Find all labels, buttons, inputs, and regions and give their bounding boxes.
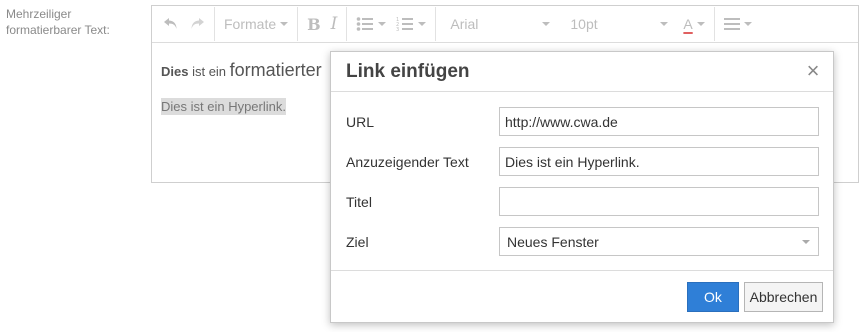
title-input[interactable] bbox=[499, 187, 819, 216]
dialog-footer: Ok Abbrechen bbox=[331, 270, 833, 322]
italic-button[interactable]: I bbox=[326, 9, 343, 39]
bullet-list-button[interactable] bbox=[351, 9, 391, 39]
chevron-down-icon bbox=[743, 22, 752, 26]
redo-button[interactable] bbox=[184, 9, 210, 39]
insert-link-dialog: Link einfügen × URL http://www.cwa.de An… bbox=[330, 51, 834, 323]
italic-label: I bbox=[330, 14, 338, 34]
dialog-title: Link einfügen bbox=[346, 61, 470, 82]
editor-toolbar: Formate B I 1 2 3 Arial 10pt A bbox=[152, 6, 858, 43]
display-text-label: Anzuzeigender Text bbox=[346, 154, 469, 170]
url-input[interactable]: http://www.cwa.de bbox=[499, 107, 819, 136]
text-color-button[interactable]: A bbox=[678, 9, 709, 39]
chevron-down-icon bbox=[378, 22, 387, 26]
dialog-header: Link einfügen × bbox=[331, 52, 833, 92]
align-button[interactable] bbox=[719, 9, 757, 39]
large-text: formatierter bbox=[229, 60, 322, 80]
display-text-input[interactable]: Dies ist ein Hyperlink. bbox=[499, 147, 819, 176]
target-select[interactable]: Neues Fenster bbox=[499, 227, 819, 256]
undo-button[interactable] bbox=[158, 9, 184, 39]
display-text-row: Anzuzeigender Text Dies ist ein Hyperlin… bbox=[346, 147, 820, 177]
chevron-down-icon bbox=[418, 22, 427, 26]
bold-button[interactable]: B bbox=[302, 9, 326, 39]
undo-icon bbox=[164, 18, 177, 29]
target-label: Ziel bbox=[346, 234, 369, 250]
plain-text: ist ein bbox=[188, 64, 230, 79]
formats-label: Formate bbox=[224, 16, 277, 32]
font-size-value: 10pt bbox=[570, 16, 598, 32]
target-row: Ziel Neues Fenster bbox=[346, 227, 820, 257]
title-label: Titel bbox=[346, 194, 372, 210]
font-family-value: Arial bbox=[450, 16, 479, 32]
toolbar-divider bbox=[713, 7, 715, 41]
chevron-down-icon bbox=[542, 22, 551, 26]
bold-label: B bbox=[307, 14, 321, 34]
chevron-down-icon bbox=[696, 22, 705, 26]
ok-button[interactable]: Ok bbox=[687, 282, 739, 312]
align-icon bbox=[723, 18, 740, 30]
url-label: URL bbox=[346, 114, 375, 130]
close-button[interactable]: × bbox=[803, 60, 823, 82]
field-label: Mehrzeiliger formatierbarer Text: bbox=[6, 7, 110, 37]
toolbar-divider bbox=[297, 7, 299, 41]
target-value: Neues Fenster bbox=[507, 234, 599, 250]
bullet-list-icon bbox=[357, 17, 374, 31]
font-family-select[interactable]: Arial bbox=[440, 9, 560, 39]
chevron-down-icon bbox=[660, 22, 669, 26]
redo-icon bbox=[191, 18, 204, 29]
svg-text:3: 3 bbox=[396, 27, 399, 32]
selected-hyperlink-text[interactable]: Dies ist ein Hyperlink. bbox=[161, 98, 286, 115]
cancel-button[interactable]: Abbrechen bbox=[744, 282, 823, 312]
toolbar-divider bbox=[435, 7, 437, 41]
numbered-list-icon: 1 2 3 bbox=[396, 17, 414, 32]
chevron-down-icon bbox=[802, 240, 810, 244]
title-row: Titel bbox=[346, 187, 820, 217]
url-row: URL http://www.cwa.de bbox=[346, 107, 820, 137]
formats-dropdown[interactable]: Formate bbox=[219, 9, 293, 39]
toolbar-divider bbox=[214, 7, 215, 41]
text-color-label: A bbox=[683, 16, 693, 32]
chevron-down-icon bbox=[280, 22, 289, 26]
font-size-select[interactable]: 10pt bbox=[560, 9, 678, 39]
toolbar-divider bbox=[346, 7, 348, 41]
numbered-list-button[interactable]: 1 2 3 bbox=[391, 9, 431, 39]
close-icon: × bbox=[806, 58, 820, 83]
bold-text: Dies bbox=[161, 64, 189, 79]
